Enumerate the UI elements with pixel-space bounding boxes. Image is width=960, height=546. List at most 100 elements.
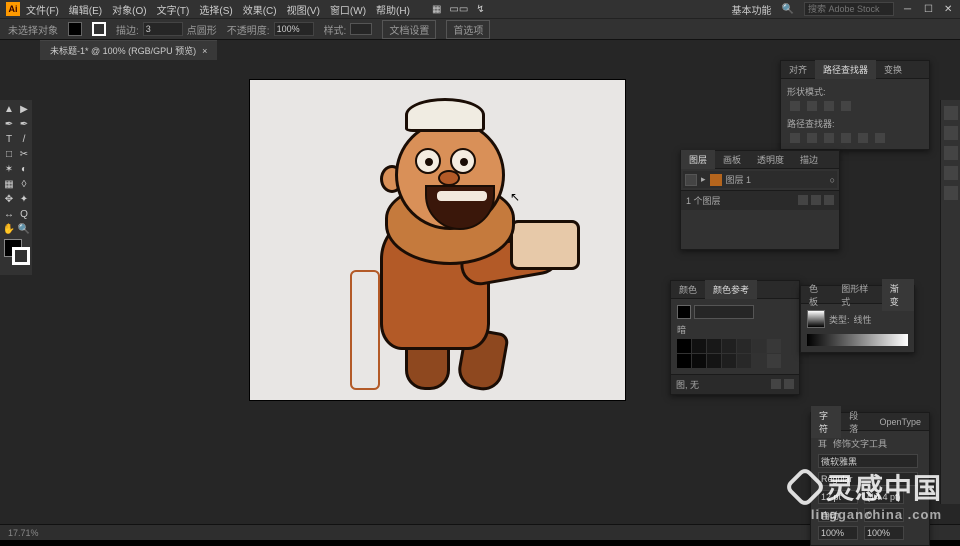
dock-icon[interactable] xyxy=(944,186,958,200)
bridge-icon[interactable]: ▦ xyxy=(432,4,441,15)
tab-pathfinder[interactable]: 路径查找器 xyxy=(815,60,876,79)
divide-button[interactable] xyxy=(790,133,800,143)
eyedropper-tool[interactable]: ↔ xyxy=(2,207,16,221)
rotate-tool[interactable]: ✶ xyxy=(2,162,16,176)
zoom-level[interactable]: 17.71% xyxy=(8,528,39,538)
gradient-slider[interactable] xyxy=(807,334,908,346)
menu-help[interactable]: 帮助(H) xyxy=(376,2,410,17)
new-layer-icon[interactable] xyxy=(798,195,808,205)
menu-type[interactable]: 文字(T) xyxy=(157,2,190,17)
intersect-button[interactable] xyxy=(824,101,834,111)
stroke-profile[interactable]: 点圆形 xyxy=(187,22,217,37)
scale-tool[interactable]: ◐ xyxy=(17,162,31,176)
window-maximize-button[interactable]: ☐ xyxy=(924,4,934,14)
artboard[interactable] xyxy=(250,80,625,400)
shape-builder-tool[interactable]: ◊ xyxy=(17,177,31,191)
gradient-panel[interactable]: 色板 图形样式 渐变 类型: 线性 xyxy=(800,285,915,353)
preferences-button[interactable]: 首选项 xyxy=(446,20,490,39)
dock-icon[interactable] xyxy=(944,126,958,140)
gradient-tool[interactable]: ✦ xyxy=(17,192,31,206)
tab-paragraph[interactable]: 段落 xyxy=(841,406,871,438)
unite-button[interactable] xyxy=(790,101,800,111)
vertical-scale-input[interactable] xyxy=(818,526,858,540)
mesh-tool[interactable]: ✥ xyxy=(2,192,16,206)
window-minimize-button[interactable]: ─ xyxy=(904,4,914,14)
close-tab-icon[interactable]: × xyxy=(202,46,207,56)
layer-name[interactable]: 图层 1 xyxy=(726,173,752,186)
rectangle-tool[interactable]: □ xyxy=(2,147,16,161)
fill-swatch[interactable] xyxy=(68,22,82,36)
gradient-preview[interactable] xyxy=(807,310,825,328)
menu-object[interactable]: 对象(O) xyxy=(112,2,146,17)
outline-button[interactable] xyxy=(858,133,868,143)
document-tab[interactable]: 未标题-1* @ 100% (RGB/GPU 预览) × xyxy=(40,40,217,60)
document-setup-button[interactable]: 文档设置 xyxy=(382,20,436,39)
tab-color-guide[interactable]: 颜色参考 xyxy=(705,280,757,299)
fill-stroke-control[interactable] xyxy=(2,237,31,273)
tab-layers[interactable]: 图层 xyxy=(681,150,715,169)
tab-stroke[interactable]: 描边 xyxy=(792,150,826,169)
save-group-icon[interactable] xyxy=(784,379,794,389)
stroke-color-box[interactable] xyxy=(12,247,30,265)
opacity-input[interactable] xyxy=(274,22,314,36)
menu-file[interactable]: 文件(F) xyxy=(26,2,59,17)
trim-button[interactable] xyxy=(807,133,817,143)
layer-row[interactable]: ▸ 图层 1 ○ xyxy=(683,171,837,188)
type-tool[interactable]: T xyxy=(2,132,16,146)
tab-graphic-styles[interactable]: 图形样式 xyxy=(833,279,882,311)
arrange-icon[interactable]: ▭▭ xyxy=(449,4,468,15)
tab-swatches[interactable]: 色板 xyxy=(801,279,833,311)
tab-artboards[interactable]: 画板 xyxy=(715,150,749,169)
menu-effect[interactable]: 效果(C) xyxy=(243,2,277,17)
edit-colors-icon[interactable] xyxy=(771,379,781,389)
horizontal-scale-input[interactable] xyxy=(864,526,904,540)
sync-icon[interactable]: ↯ xyxy=(476,4,484,15)
tab-character[interactable]: 字符 xyxy=(811,406,841,438)
stock-search-input[interactable] xyxy=(804,2,894,16)
exclude-button[interactable] xyxy=(841,101,851,111)
visibility-toggle-icon[interactable] xyxy=(685,174,697,186)
merge-button[interactable] xyxy=(824,133,834,143)
base-color-swatch[interactable] xyxy=(677,305,691,319)
window-close-button[interactable]: ✕ xyxy=(944,4,954,14)
graphic-style-dropdown[interactable] xyxy=(350,23,372,35)
menu-select[interactable]: 选择(S) xyxy=(199,2,232,17)
crop-button[interactable] xyxy=(841,133,851,143)
gradient-type-value[interactable]: 线性 xyxy=(854,313,872,326)
stroke-weight-input[interactable] xyxy=(143,22,183,36)
expand-arrow-icon[interactable]: ▸ xyxy=(701,174,706,185)
hand-tool[interactable]: ✋ xyxy=(2,222,16,236)
layers-panel[interactable]: 图层 画板 透明度 描边 ▸ 图层 1 ○ 1 个图层 xyxy=(680,150,840,250)
dock-icon[interactable] xyxy=(944,166,958,180)
search-icon[interactable]: 🔍 xyxy=(782,4,794,15)
font-family-input[interactable] xyxy=(818,454,918,468)
line-tool[interactable]: / xyxy=(17,132,31,146)
stroke-swatch[interactable] xyxy=(92,22,106,36)
minus-front-button[interactable] xyxy=(807,101,817,111)
workspace-switcher[interactable]: 基本功能 xyxy=(732,2,772,17)
symbol-sprayer-tool[interactable]: Q xyxy=(17,207,31,221)
dock-icon[interactable] xyxy=(944,146,958,160)
tab-gradient[interactable]: 渐变 xyxy=(882,279,914,311)
pen-tool[interactable]: ✒ xyxy=(2,117,16,131)
delete-layer-icon[interactable] xyxy=(824,195,834,205)
zoom-tool[interactable]: 🔍 xyxy=(17,222,31,236)
tab-opentype[interactable]: OpenType xyxy=(871,414,929,430)
direct-selection-tool[interactable]: ▶ xyxy=(17,102,31,116)
tab-transform[interactable]: 变换 xyxy=(876,60,910,79)
minus-back-button[interactable] xyxy=(875,133,885,143)
tab-color[interactable]: 颜色 xyxy=(671,280,705,299)
selection-tool[interactable]: ▲ xyxy=(2,102,16,116)
tab-transparency[interactable]: 透明度 xyxy=(749,150,792,169)
menu-window[interactable]: 窗口(W) xyxy=(330,2,366,17)
pathfinder-panel[interactable]: 对齐 路径查找器 变换 形状模式: 路径查找器: xyxy=(780,60,930,150)
width-tool[interactable]: ▦ xyxy=(2,177,16,191)
curvature-tool[interactable]: ✒ xyxy=(17,117,31,131)
menu-view[interactable]: 视图(V) xyxy=(287,2,320,17)
color-panel[interactable]: 颜色 颜色参考 暗 图, 无 xyxy=(670,280,800,395)
touch-type-icon[interactable]: 耳 xyxy=(818,437,827,450)
new-sublayer-icon[interactable] xyxy=(811,195,821,205)
tab-align[interactable]: 对齐 xyxy=(781,60,815,79)
menu-edit[interactable]: 编辑(E) xyxy=(69,2,102,17)
harmony-dropdown[interactable] xyxy=(694,305,754,319)
